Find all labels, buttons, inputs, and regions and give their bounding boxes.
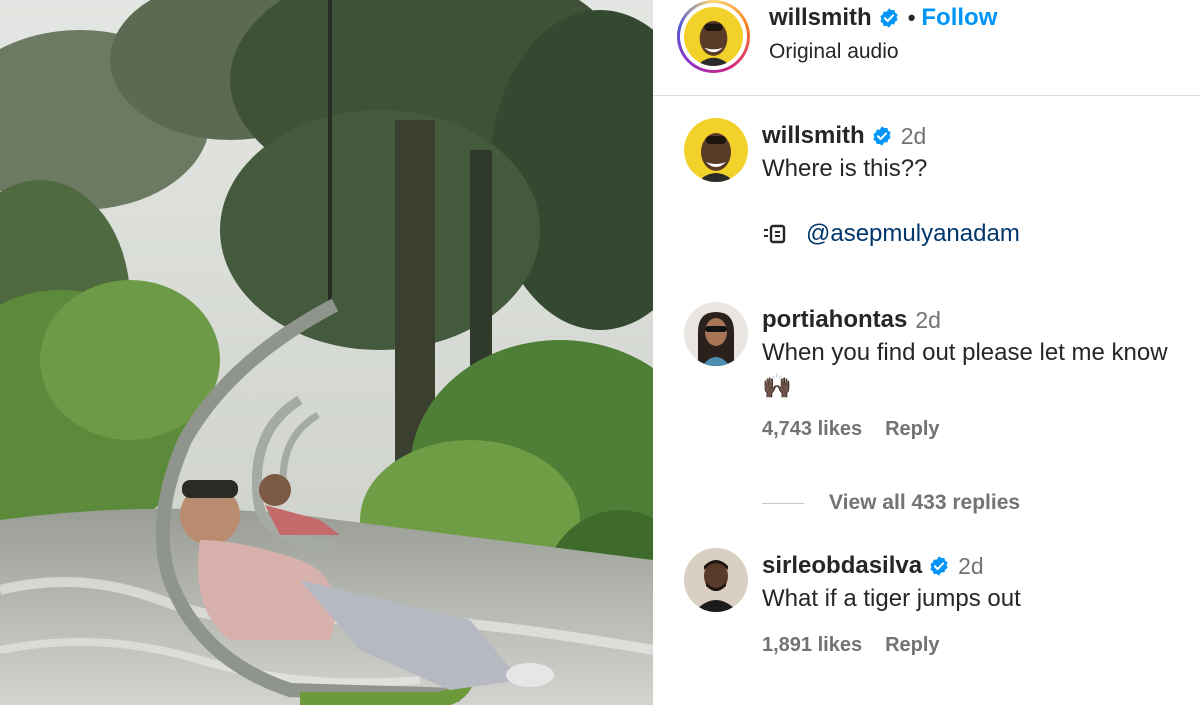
audio-credit-username[interactable]: @asepmulyanadam xyxy=(806,220,1020,248)
original-audio-link[interactable]: Original audio xyxy=(769,40,899,64)
avatar-willsmith-image xyxy=(684,7,743,66)
replies-divider-line xyxy=(762,502,804,504)
view-replies-label: View all 433 replies xyxy=(829,491,1021,514)
verified-badge-icon xyxy=(878,7,900,29)
comment-username[interactable]: portiahontas xyxy=(762,306,907,334)
comment-username[interactable]: willsmith xyxy=(762,122,865,150)
comment-timestamp[interactable]: 2d xyxy=(901,123,927,150)
audio-credit-tag[interactable]: @asepmulyanadam xyxy=(762,220,1180,248)
separator-dot: • xyxy=(907,5,916,30)
verified-badge-icon xyxy=(928,555,950,577)
comment-likes-count[interactable]: 4,743 likes xyxy=(762,418,862,441)
follow-button[interactable]: Follow xyxy=(921,4,997,32)
comment-avatar-portiahontas[interactable] xyxy=(684,302,748,366)
comment-avatar-willsmith[interactable] xyxy=(684,118,748,182)
comment-timestamp[interactable]: 2d xyxy=(958,553,984,580)
reply-button[interactable]: Reply xyxy=(885,634,939,657)
comment-timestamp[interactable]: 2d xyxy=(915,307,941,334)
post-side-panel: willsmith • Follow Original audio willsm… xyxy=(653,0,1200,705)
comment-likes-count[interactable]: 1,891 likes xyxy=(762,634,862,657)
verified-badge-icon xyxy=(871,125,893,147)
comment-avatar-sirleobdasilva[interactable] xyxy=(684,548,748,612)
reel-video[interactable] xyxy=(0,0,653,705)
comment-text: When you find out please let me know 🙌🏿 xyxy=(762,339,1168,400)
header-username[interactable]: willsmith xyxy=(769,4,872,32)
jungle-swing-video-frame xyxy=(0,0,653,705)
header-username-row: willsmith • Follow xyxy=(769,4,997,32)
header-avatar[interactable] xyxy=(677,0,750,73)
comment-text: What if a tiger jumps out xyxy=(762,585,1021,612)
post-header: willsmith • Follow Original audio xyxy=(653,0,1200,96)
reply-button[interactable]: Reply xyxy=(885,418,939,441)
view-replies-button[interactable]: View all 433 replies xyxy=(762,491,1020,515)
comment-meta: 4,743 likes Reply xyxy=(762,418,1180,441)
comment-meta: 1,891 likes Reply xyxy=(762,634,1180,657)
audio-tag-icon xyxy=(762,223,792,245)
comment-text: Where is this?? xyxy=(762,155,928,182)
comment-username[interactable]: sirleobdasilva xyxy=(762,552,922,580)
